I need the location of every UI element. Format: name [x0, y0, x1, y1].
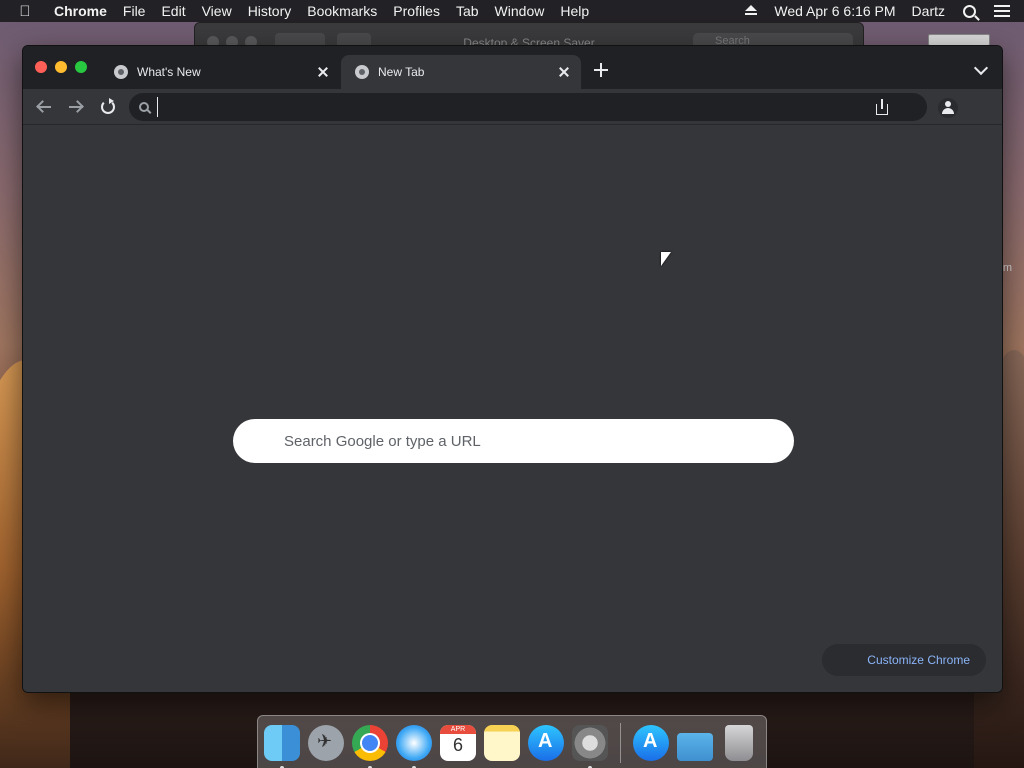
menu-tab[interactable]: Tab — [448, 3, 487, 19]
tab-close-icon[interactable] — [557, 65, 571, 79]
menu-help[interactable]: Help — [552, 3, 597, 19]
reload-icon[interactable] — [99, 98, 117, 116]
apple-icon[interactable]:  — [0, 3, 50, 20]
tab-whats-new[interactable]: What's New — [100, 55, 340, 89]
menu-file[interactable]: File — [115, 3, 154, 19]
tab-title: New Tab — [378, 65, 425, 79]
menu-app-chrome[interactable]: Chrome — [50, 3, 115, 19]
calendar-icon[interactable]: APR 6 — [440, 725, 476, 761]
mouse-cursor-icon — [661, 252, 673, 270]
menu-bar-status-area: Wed Apr 6 6:16 PM Dartz — [736, 3, 1024, 19]
window-traffic-lights — [35, 61, 87, 73]
system-preferences-icon[interactable] — [572, 725, 608, 768]
eject-icon[interactable] — [744, 5, 758, 17]
downloads-stack-icon[interactable] — [633, 725, 669, 761]
browser-toolbar — [23, 89, 1002, 125]
notification-center-icon[interactable] — [994, 5, 1010, 17]
safari-icon[interactable] — [396, 725, 432, 768]
window-fullscreen-button[interactable] — [75, 61, 87, 73]
menu-user[interactable]: Dartz — [904, 3, 953, 19]
menu-edit[interactable]: Edit — [153, 3, 193, 19]
tab-new-tab[interactable]: New Tab — [341, 55, 581, 89]
omnibox-search-icon — [139, 102, 149, 112]
forward-arrow-icon[interactable] — [67, 98, 85, 116]
trash-icon[interactable] — [725, 725, 753, 761]
ntp-search-box[interactable]: Search Google or type a URL — [233, 419, 794, 463]
documents-folder-icon[interactable] — [677, 733, 713, 761]
new-tab-page: Search Google or type a URL Customize Ch… — [23, 126, 1002, 692]
menu-bookmarks[interactable]: Bookmarks — [299, 3, 385, 19]
spotlight-search-icon[interactable] — [963, 4, 976, 18]
notes-icon[interactable] — [484, 725, 520, 761]
chrome-icon[interactable] — [352, 725, 388, 768]
desktop-side-text: m — [1002, 262, 1012, 274]
tab-strip: What's New New Tab — [23, 46, 1002, 89]
omnibox[interactable] — [129, 93, 927, 121]
app-store-icon[interactable] — [528, 725, 564, 761]
menu-history[interactable]: History — [240, 3, 300, 19]
customize-chrome-button[interactable]: Customize Chrome — [822, 644, 986, 676]
calendar-day: 6 — [452, 735, 463, 755]
menu-view[interactable]: View — [194, 3, 240, 19]
window-minimize-button[interactable] — [55, 61, 67, 73]
dock-separator — [620, 723, 621, 763]
menu-window[interactable]: Window — [487, 3, 553, 19]
tab-title: What's New — [137, 65, 201, 79]
share-icon[interactable] — [875, 99, 889, 115]
address-bar-input[interactable] — [157, 97, 875, 117]
menu-profiles[interactable]: Profiles — [385, 3, 448, 19]
window-close-button[interactable] — [35, 61, 47, 73]
menu-clock[interactable]: Wed Apr 6 6:16 PM — [766, 3, 903, 19]
finder-icon[interactable] — [264, 725, 300, 768]
calendar-month: APR — [440, 725, 476, 734]
back-arrow-icon[interactable] — [35, 98, 53, 116]
new-tab-plus-icon[interactable] — [593, 62, 609, 78]
menu-bar:  Chrome File Edit View History Bookmark… — [0, 0, 1024, 22]
profile-avatar-icon — [942, 101, 954, 115]
dock: APR 6 — [257, 715, 767, 768]
chrome-favicon-icon — [355, 65, 369, 79]
chrome-favicon-icon — [114, 65, 128, 79]
profile-button[interactable] — [938, 98, 958, 118]
launchpad-icon[interactable] — [308, 725, 344, 761]
tab-search-chevron-down-icon[interactable] — [973, 60, 989, 76]
chrome-window: What's New New Tab Search Google or type… — [22, 45, 1003, 693]
tab-close-icon[interactable] — [316, 65, 330, 79]
